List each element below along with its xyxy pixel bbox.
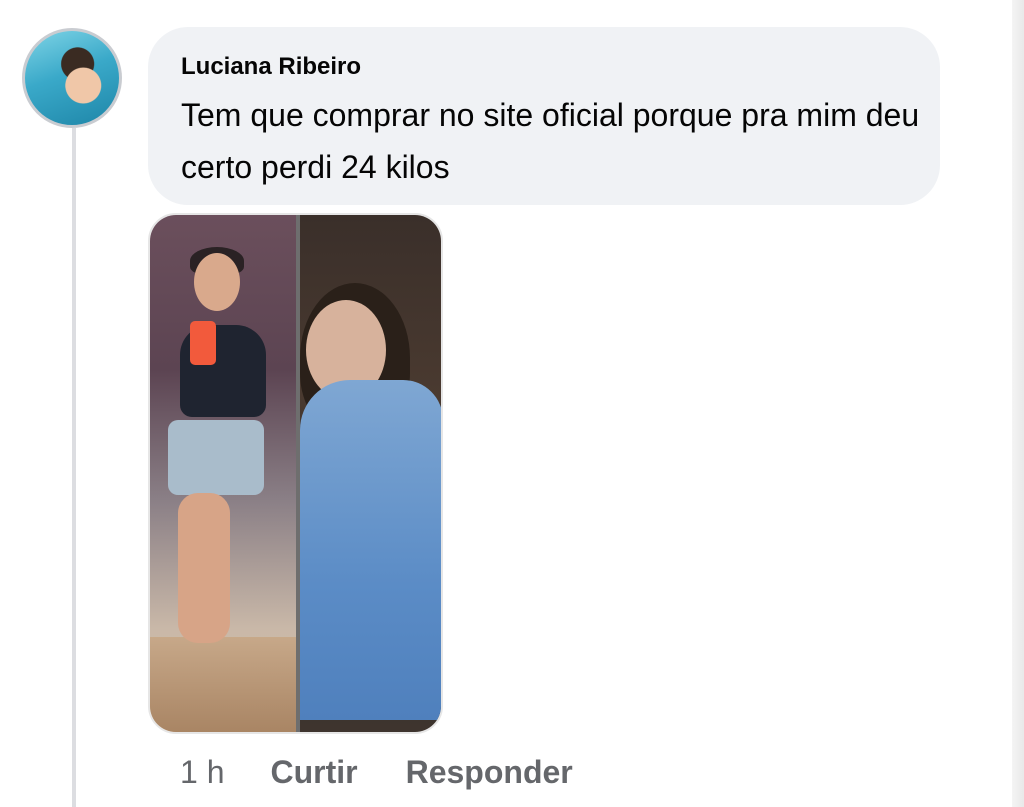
reply-button[interactable]: Responder	[406, 754, 573, 791]
photo-after-panel	[150, 215, 296, 732]
like-button[interactable]: Curtir	[270, 754, 357, 791]
screen-edge	[1012, 0, 1024, 807]
comment-timestamp[interactable]: 1 h	[180, 754, 224, 791]
comment-photo-attachment[interactable]	[148, 213, 443, 734]
thread-line	[72, 128, 76, 807]
phone-shape	[190, 321, 216, 365]
photo-before-panel	[300, 215, 441, 732]
author-avatar[interactable]	[22, 28, 122, 128]
comment-author-name[interactable]: Luciana Ribeiro	[181, 53, 361, 81]
comment-text: Tem que comprar no site oficial porque p…	[181, 97, 920, 185]
comment-bubble: Luciana Ribeiro Tem que comprar no site …	[148, 27, 940, 205]
comment-actions: 1 h Curtir Responder	[180, 752, 573, 792]
